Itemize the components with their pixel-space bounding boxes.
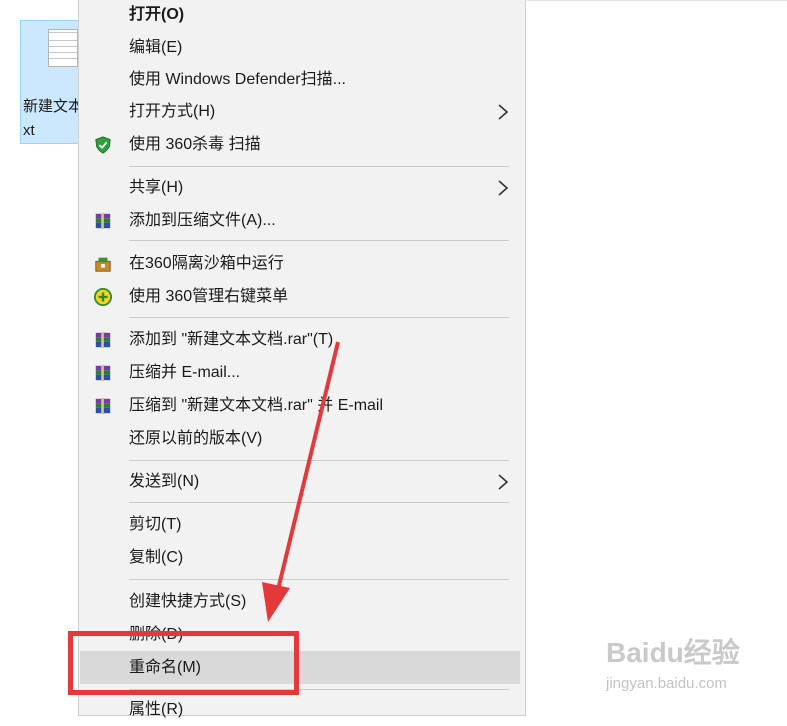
watermark-url: jingyan.baidu.com (606, 675, 727, 692)
rename-highlight-box (68, 631, 299, 695)
callout-arrow (262, 341, 340, 622)
watermark-brand: Baidu经验 (606, 636, 740, 668)
callout-arrow-shaft (274, 341, 340, 599)
callout-arrow-head (262, 582, 290, 622)
